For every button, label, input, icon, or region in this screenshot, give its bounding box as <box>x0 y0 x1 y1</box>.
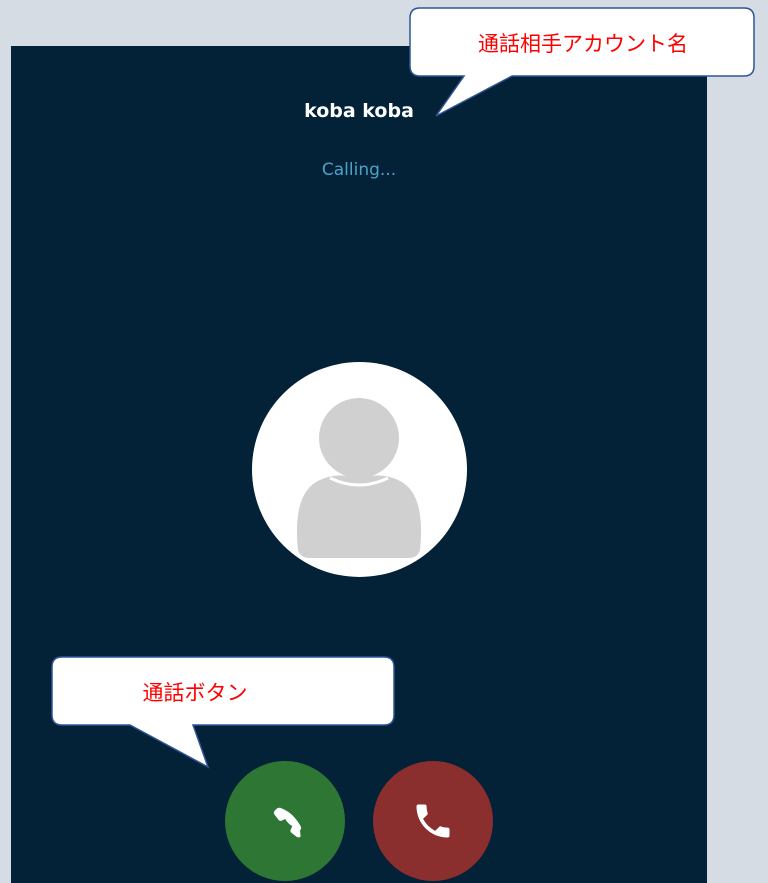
account-name-callout-text: 通話相手アカウント名 <box>478 32 688 56</box>
call-button-callout: 通話ボタン <box>50 655 400 825</box>
page: koba koba Calling... 通話相手アカウント名 通話ボタン <box>0 0 768 883</box>
user-placeholder-icon <box>296 398 422 558</box>
callout-bubble-shape <box>409 7 755 117</box>
call-status: Calling... <box>321 160 397 180</box>
phone-hangup-icon <box>416 804 450 838</box>
avatar <box>252 362 467 577</box>
account-name-callout: 通話相手アカウント名 <box>408 6 758 118</box>
call-button-callout-text: 通話ボタン <box>142 681 248 705</box>
